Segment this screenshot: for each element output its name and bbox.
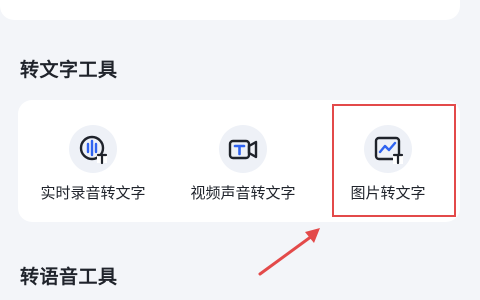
section-title-text-to-speech: 转语音工具 bbox=[20, 266, 118, 288]
section-title-speech-to-text: 转文字工具 bbox=[20, 59, 118, 81]
previous-card bbox=[0, 0, 460, 20]
tool-video-audio-to-text[interactable]: 视频声音转文字 bbox=[173, 100, 313, 222]
video-text-icon bbox=[219, 125, 267, 173]
mic-text-icon bbox=[69, 125, 117, 173]
tool-label: 视频声音转文字 bbox=[190, 184, 296, 202]
tool-realtime-recording-to-text[interactable]: 实时录音转文字 bbox=[23, 100, 163, 222]
tool-label: 实时录音转文字 bbox=[40, 184, 146, 202]
highlight-box bbox=[332, 104, 456, 217]
pointer-arrow bbox=[258, 228, 320, 276]
